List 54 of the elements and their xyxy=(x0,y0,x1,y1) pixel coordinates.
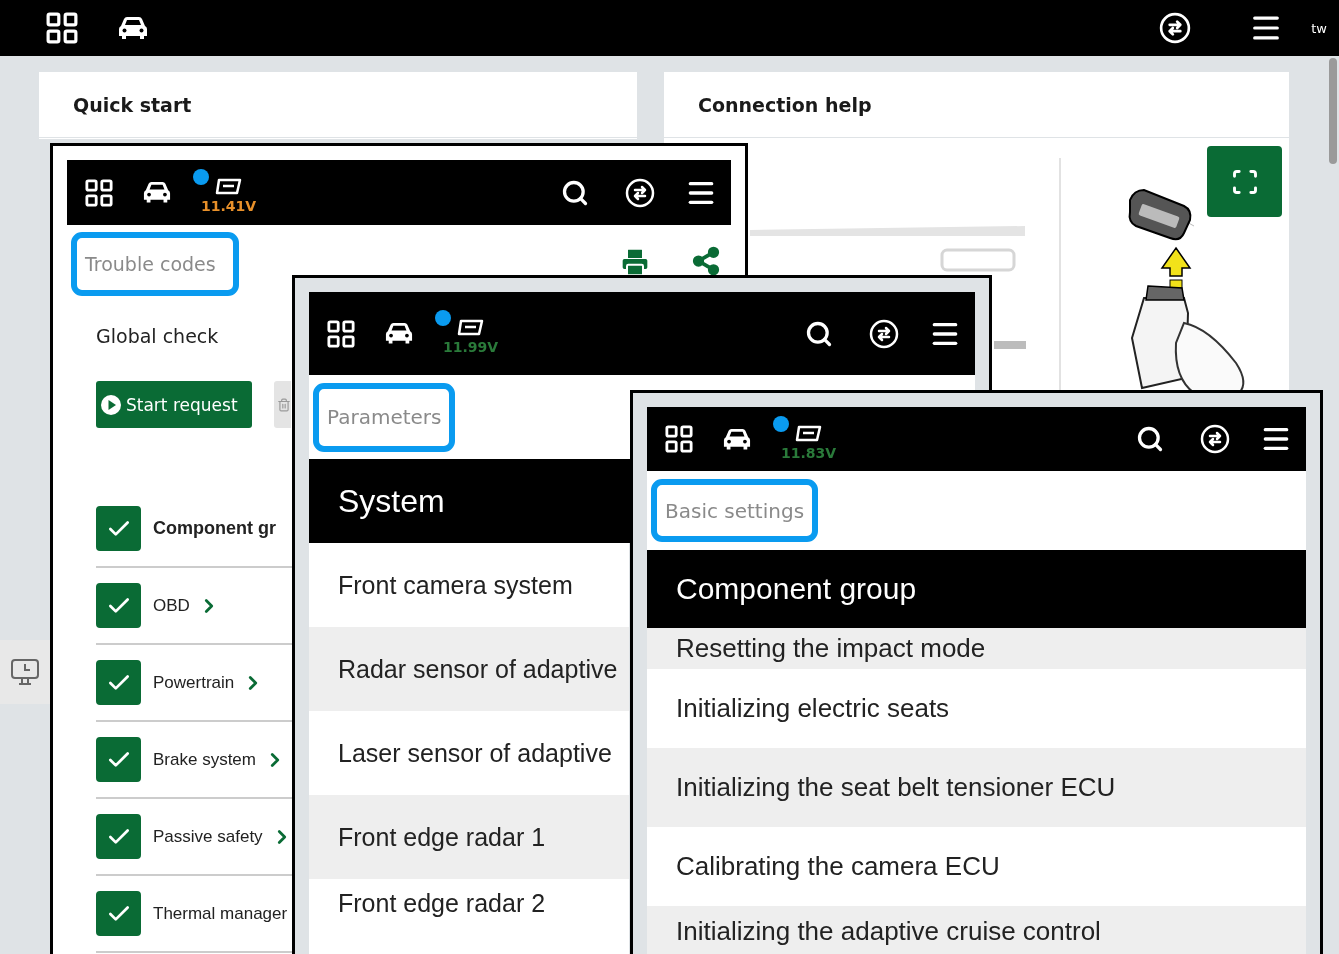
swap-icon[interactable] xyxy=(1200,424,1230,454)
car-icon[interactable] xyxy=(118,16,148,40)
grid-icon[interactable] xyxy=(665,425,693,453)
checkbox[interactable] xyxy=(96,660,141,705)
car-icon[interactable] xyxy=(385,322,413,345)
checkbox[interactable] xyxy=(96,891,141,936)
fullscreen-button[interactable] xyxy=(1207,146,1282,217)
section-title: Global check xyxy=(96,325,219,347)
fullscreen-icon xyxy=(1230,167,1259,196)
voltage-reading: 11.41V xyxy=(201,198,257,214)
group-label[interactable]: Powertrain xyxy=(153,672,235,693)
printer-icon[interactable] xyxy=(619,246,651,278)
checkbox[interactable] xyxy=(96,814,141,859)
checkbox[interactable] xyxy=(96,506,141,551)
play-icon xyxy=(100,393,122,416)
battery-icon xyxy=(214,177,243,197)
trash-icon xyxy=(277,397,291,412)
voltage-reading: 11.83V xyxy=(781,444,837,461)
status-dot xyxy=(773,415,789,432)
checkbox[interactable] xyxy=(96,583,141,628)
voltage-reading: 11.99V xyxy=(443,339,499,355)
side-tab[interactable] xyxy=(0,640,50,704)
group-label[interactable]: Brake system xyxy=(153,749,256,770)
car-icon[interactable] xyxy=(143,181,171,204)
group-label[interactable]: OBD xyxy=(153,595,190,616)
group-label[interactable]: Thermal manager xyxy=(153,903,288,924)
swap-icon[interactable] xyxy=(625,177,655,208)
section-header: Component group xyxy=(647,550,1306,628)
battery-icon xyxy=(456,318,485,338)
battery-icon xyxy=(794,423,823,444)
scrollbar[interactable] xyxy=(1329,58,1337,164)
card-title: Connection help xyxy=(698,93,872,116)
share-icon[interactable] xyxy=(691,246,721,276)
list-item[interactable]: Initializing electric seats xyxy=(676,693,950,724)
search-icon[interactable] xyxy=(1136,425,1164,453)
swap-icon[interactable] xyxy=(869,318,899,349)
start-request-button[interactable]: Start request xyxy=(96,381,252,428)
grid-icon[interactable] xyxy=(46,12,78,44)
card-title: Quick start xyxy=(73,93,192,116)
group-label[interactable]: Passive safety xyxy=(153,826,263,847)
grid-icon[interactable] xyxy=(85,178,113,207)
monitor-icon xyxy=(10,658,40,686)
group-label: Component gr xyxy=(153,518,276,539)
status-dot xyxy=(193,169,209,185)
grid-icon[interactable] xyxy=(327,319,355,348)
car-icon[interactable] xyxy=(723,427,751,451)
user-initials[interactable]: tw xyxy=(1311,20,1327,36)
status-dot xyxy=(435,310,451,326)
search-icon[interactable] xyxy=(561,178,589,207)
list-item[interactable]: Calibrating the camera ECU xyxy=(676,851,1000,882)
search-icon[interactable] xyxy=(805,319,833,348)
swap-icon[interactable] xyxy=(1159,12,1192,44)
checkbox[interactable] xyxy=(96,737,141,782)
screen-title-field[interactable]: Trouble codes xyxy=(71,232,239,296)
